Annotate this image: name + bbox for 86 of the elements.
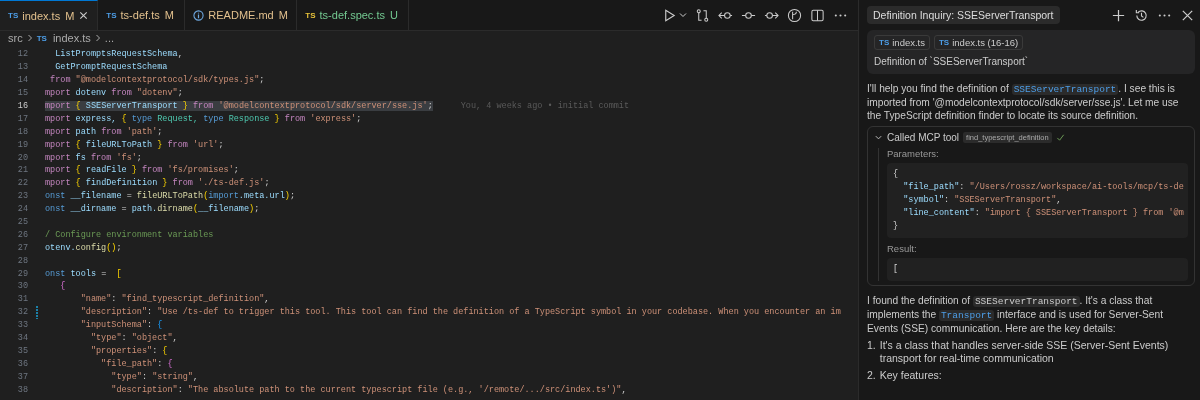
code-line: mport path from 'path'; xyxy=(45,126,163,137)
code-line: GetPromptRequestSchema xyxy=(54,62,168,73)
compare-changes-icon[interactable] xyxy=(695,7,710,23)
list-item-text: It's a class that handles server-side SSE (Server-Sent Events) transport for real-time communication xyxy=(879,339,1170,365)
code-line: onst __dirname = path.dirname(__filename); xyxy=(45,204,260,215)
list-number: 1. xyxy=(867,339,876,353)
file-chip[interactable]: TS index.ts xyxy=(874,35,930,50)
code-line: / Configure environment variables xyxy=(45,229,214,240)
history-icon[interactable] xyxy=(1134,7,1149,23)
line-number: 21 xyxy=(16,165,28,176)
code-line: "file_path": { xyxy=(100,358,173,369)
code-line: mport { findDefinition } from './ts-def.js'; xyxy=(45,178,270,189)
code-line: { xyxy=(59,281,66,292)
line-number: 26 xyxy=(16,229,28,240)
file-chip[interactable]: TS index.ts (16-16) xyxy=(934,35,1024,50)
line-number: 38 xyxy=(16,384,28,395)
line-number: 31 xyxy=(16,294,28,305)
line-number: 17 xyxy=(16,113,28,124)
line-number: 37 xyxy=(16,371,28,382)
chat-title[interactable]: Definition Inquiry: SSEServerTransport xyxy=(867,6,1060,24)
code-line: mport express, { type Request, type Response } from 'express'; xyxy=(45,113,362,124)
code-line: mport { fileURLToPath } from 'url'; xyxy=(45,139,224,150)
chevron-icon xyxy=(25,34,34,42)
line-number: 28 xyxy=(16,255,28,266)
line-number: 30 xyxy=(16,281,28,292)
line-number: 19 xyxy=(16,139,28,150)
response-paragraph: I'll help you find the definition of SSEServerTransport . I see this is imported from '@modelcontextprotocol/sdk/server/sse.js'. Let me use the TypeScript definition finder to locate its source definition. xyxy=(867,82,1180,122)
editor-tab[interactable]: TS index.ts M xyxy=(0,0,99,30)
list-item-text: Key features: xyxy=(879,369,942,382)
code-line: "type": "object", xyxy=(89,333,178,344)
breadcrumb-item[interactable]: index.ts xyxy=(52,32,91,44)
line-number: 35 xyxy=(16,345,28,356)
code-line: from "@modelcontextprotocol/sdk/types.js"; xyxy=(49,75,265,86)
line-number: 32 xyxy=(16,307,28,318)
code-block: [ xyxy=(887,258,1188,281)
code-line: otenv.config(); xyxy=(45,242,122,253)
close-icon[interactable] xyxy=(78,10,90,21)
line-number: 14 xyxy=(16,75,28,86)
file-type-label: TS xyxy=(36,33,47,43)
editor-tab[interactable]: README.md M xyxy=(185,0,298,30)
line-number: 20 xyxy=(16,152,28,163)
branch-circle-icon[interactable] xyxy=(787,7,802,23)
info-icon xyxy=(193,9,205,21)
code-line: onst tools = [ xyxy=(45,268,122,279)
code-line: mport dotenv from "dotenv"; xyxy=(45,88,183,99)
line-number: 27 xyxy=(16,242,28,253)
line-number: 29 xyxy=(16,268,28,279)
code-line: "properties": { xyxy=(89,345,168,356)
request-text: Definition of `SSEServerTransport` xyxy=(874,56,1030,67)
code-line: "description": "Use /ts-def to trigger this tool. This tool can find the definition of a TypeScript symbol in your codebase. When you encounter an im xyxy=(79,307,841,318)
code-line: mport fs from 'fs'; xyxy=(45,152,142,163)
code-line: "type": "string", xyxy=(110,371,199,382)
line-number: 15 xyxy=(16,88,28,99)
chevron-icon xyxy=(93,34,102,42)
code-line: "name": "find_typescript_definition", xyxy=(79,294,270,305)
breadcrumb-item[interactable]: ... xyxy=(104,32,114,44)
line-number: 12 xyxy=(16,49,28,60)
code-line: onst __filename = fileURLToPath(import.meta.url); xyxy=(45,191,295,202)
response-paragraph: I found the definition of SSEServerTransport . It's a class that implements the Transport interface and is used for Server-Sent Events (SSE) communication. Here are the key details: xyxy=(867,294,1164,335)
plus-icon[interactable] xyxy=(1111,7,1126,23)
code-line: "description": "The absolute path to the current typescript file (e.g., '/remote/.../src/index.ts')", xyxy=(110,384,627,395)
line-number: 23 xyxy=(16,191,28,202)
line-number: 33 xyxy=(16,320,28,331)
line-number: 24 xyxy=(16,204,28,215)
section-label: Parameters: xyxy=(887,148,940,159)
code-line: mport { readFile } from 'fs/promises'; xyxy=(45,165,239,176)
code-block: { "file_path": "/Users/rossz/workspace/ai-tools/mcp/ts-de "symbol": "SSEServerTransport", "line_content": "import { SSEServerTransport } from '@m } xyxy=(887,163,1188,238)
line-number: 25 xyxy=(16,217,28,227)
code-line: ListPromptsRequestSchema, xyxy=(54,49,183,60)
line-number: 18 xyxy=(16,126,28,137)
split-editor-icon[interactable] xyxy=(810,7,825,23)
line-number: 36 xyxy=(16,358,28,369)
code-line: "inputSchema": { xyxy=(79,320,163,331)
chevron-icon[interactable] xyxy=(874,133,883,142)
section-label: Result: xyxy=(887,243,918,254)
editor-tab[interactable]: TS ts-def.ts M xyxy=(98,0,186,30)
line-number: 13 xyxy=(16,62,28,73)
run-icon[interactable] xyxy=(662,7,677,23)
line-number: 16 xyxy=(16,101,28,111)
caret-icon[interactable] xyxy=(679,11,687,19)
list-number: 2. xyxy=(867,369,876,382)
breadcrumb-item[interactable]: src xyxy=(8,32,23,44)
line-number: 34 xyxy=(16,333,28,344)
editor-tab[interactable]: TS ts-def.spec.ts U xyxy=(297,0,410,30)
tool-call-label[interactable]: Called MCP tool xyxy=(887,132,960,143)
line-number: 22 xyxy=(16,178,28,189)
